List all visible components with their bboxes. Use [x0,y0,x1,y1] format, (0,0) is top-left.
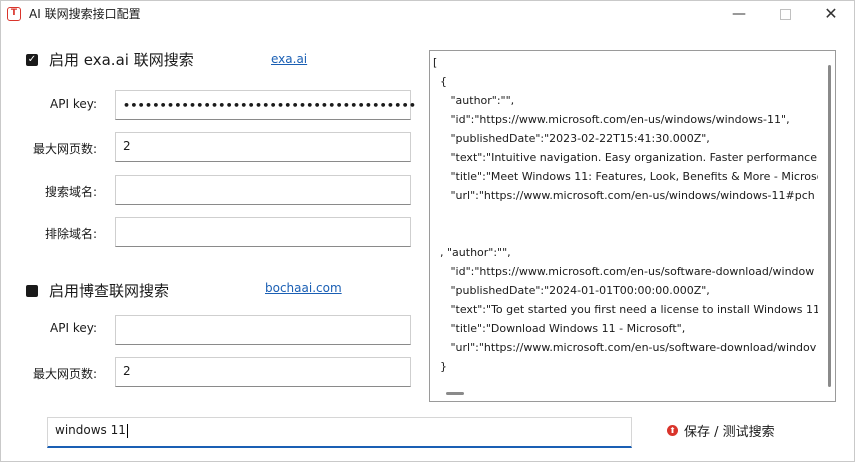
exa-api-key-label: API key: [50,97,97,111]
text-caret [126,423,128,438]
results-vertical-scrollbar[interactable] [826,65,834,387]
app-icon: T [7,7,21,21]
bocha-api-key-label: API key: [50,321,97,335]
save-icon: ⬆ [667,425,678,436]
bocha-enable-label: 启用博查联网搜索 [49,282,170,300]
exa-max-pages-input[interactable]: 2 [115,132,411,162]
exa-exclude-domains-input[interactable] [115,217,411,247]
exa-include-domains-input[interactable] [115,175,411,205]
save-test-label: 保存 / 测试搜索 [684,425,775,440]
bocha-api-key-input[interactable] [115,315,411,345]
maximize-icon [779,8,791,20]
exa-api-key-input[interactable]: •••••••••••••••••••••••••••••••••••••••• [115,90,416,120]
bocha-enable-checkbox[interactable] [26,284,38,297]
results-horizontal-scrollbar[interactable] [446,392,464,395]
bocha-max-pages-label: 最大网页数: [32,367,97,381]
exa-exclude-domains-label: 排除域名: [44,227,97,241]
exa-include-domains-label: 搜索域名: [44,185,97,199]
search-results-textarea[interactable]: [ { "author":"", "id":"https://www.micro… [429,50,836,402]
test-query-value: windows 11 [55,423,126,437]
config-window: T AI 联网搜索接口配置 — ✕ ✓ 启用 exa.ai 联网搜索 exa.a… [0,0,855,462]
bocha-max-pages-input[interactable]: 2 [115,357,411,387]
exa-link[interactable]: exa.ai [271,52,307,66]
minimize-button[interactable]: — [716,1,762,29]
save-test-button[interactable]: ⬆ 保存 / 测试搜索 [667,421,775,440]
exa-enable-checkbox[interactable]: ✓ [26,53,38,66]
maximize-button[interactable] [762,1,808,29]
exa-section-header: ✓ 启用 exa.ai 联网搜索 [26,49,194,70]
exa-enable-label: 启用 exa.ai 联网搜索 [49,51,194,69]
search-results-text: [ { "author":"", "id":"https://www.micro… [433,56,818,373]
test-query-input[interactable]: windows 11 [47,417,632,448]
close-button[interactable]: ✕ [808,1,854,29]
window-title: AI 联网搜索接口配置 [29,7,141,21]
title-bar[interactable]: T AI 联网搜索接口配置 — ✕ [1,1,854,29]
exa-max-pages-label: 最大网页数: [32,142,97,156]
bocha-link[interactable]: bochaai.com [265,281,342,295]
results-vertical-thumb[interactable] [828,65,831,387]
bocha-section-header: 启用博查联网搜索 [26,280,169,301]
